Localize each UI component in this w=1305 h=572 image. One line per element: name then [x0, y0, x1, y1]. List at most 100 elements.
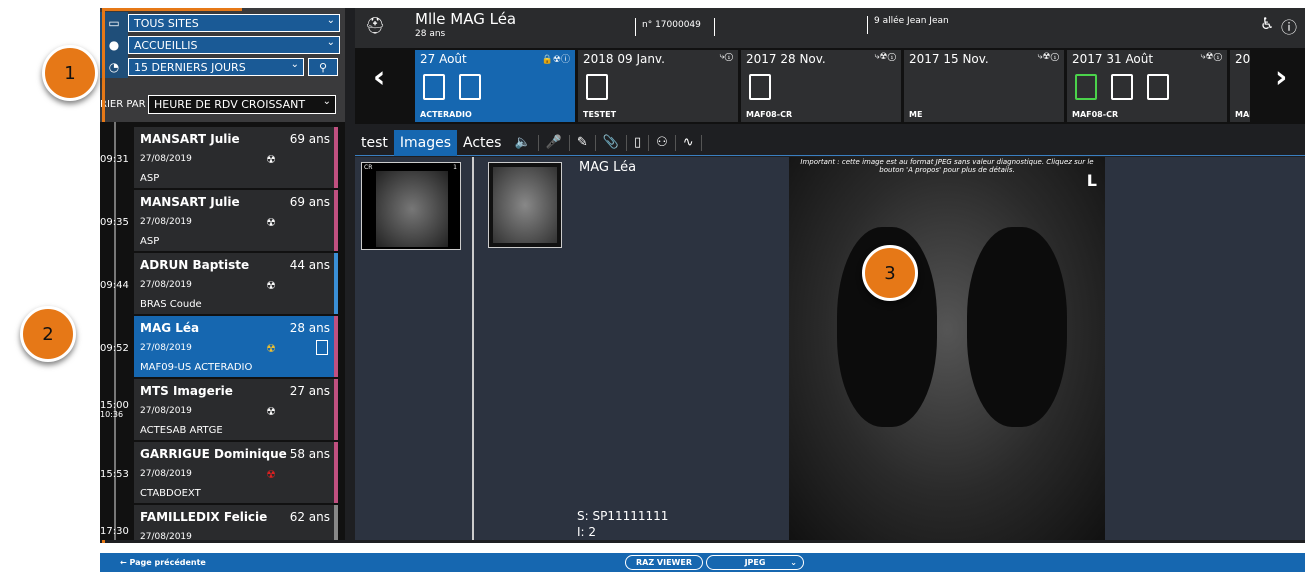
period-select[interactable]: 15 DERNIERS JOURS ⌄ — [128, 58, 304, 76]
xray-thumbnail — [493, 167, 557, 243]
tab-test[interactable]: test — [355, 130, 394, 156]
patient-row[interactable]: MANSART Julie 69 ans 27/08/2019 ☢ ASP — [134, 127, 338, 188]
patient-age: 28 ans — [289, 321, 330, 335]
chevron-down-icon: ⌄ — [326, 15, 335, 26]
patient-date: 27/08/2019 — [140, 217, 192, 227]
highlight-bar — [102, 8, 242, 11]
study-strip: ‹ 27 Août 🔒☢ⓘ ACTERADIO 2018 09 Janv. ⤷ⓘ… — [355, 48, 1305, 124]
sort-label: RIER PAR — [100, 98, 146, 110]
xray-image[interactable]: Important : cette image est au format JP… — [789, 157, 1105, 540]
patient-list: MANSART Julie 69 ans 27/08/2019 ☢ ASP 09… — [100, 122, 345, 540]
image-icon[interactable] — [459, 74, 481, 100]
study-icons — [1075, 74, 1169, 100]
tab-images[interactable]: Images — [393, 129, 458, 156]
study-label: MAF08-CR — [1072, 110, 1119, 119]
paperclip-icon[interactable]: 📎 — [596, 134, 627, 151]
study-tab[interactable]: 20: MAF — [1230, 50, 1250, 122]
patient-name: ADRUN Baptiste — [140, 258, 250, 272]
speaker-icon[interactable]: 🔈 — [507, 134, 539, 151]
appointment-time: 10:36 — [100, 410, 124, 419]
callout-marker: 1 — [42, 45, 98, 101]
patient-number: n° 17000049 — [635, 18, 715, 36]
chevron-down-icon: ⌄ — [322, 95, 331, 107]
site-select[interactable]: TOUS SITES ⌄ — [128, 14, 340, 32]
callout-number: 1 — [64, 62, 76, 84]
footer-bar: ← Page précédente RAZ VIEWER JPEG ⌄ — [100, 553, 1305, 572]
document-icon[interactable] — [316, 340, 328, 355]
appointment-time: 17:30 — [100, 526, 129, 537]
image-thumbnail[interactable] — [488, 162, 562, 248]
search-button[interactable]: ⚲ — [308, 58, 338, 76]
raz-viewer-button[interactable]: RAZ VIEWER — [625, 555, 703, 570]
status-icons: ⤷☢ⓘ — [874, 52, 896, 62]
back-label: Page précédente — [129, 558, 206, 567]
image-icon[interactable] — [749, 74, 771, 100]
document-icon[interactable] — [586, 74, 608, 100]
callout-number: 3 — [884, 262, 896, 284]
jpeg-notice: Important : cette image est au format JP… — [800, 158, 1094, 174]
thumbnail-label: CR — [364, 164, 373, 171]
viewer-toolbar: test Images Actes 🔈 🎤 ✎ 📎 ▯ ⚇ ∿ — [355, 129, 1305, 156]
study-tab[interactable]: 27 Août 🔒☢ⓘ ACTERADIO — [415, 50, 575, 122]
study-date: 2017 28 Nov. — [746, 52, 826, 66]
patient-exam: BRAS Coude — [140, 299, 202, 310]
document-icon[interactable] — [423, 74, 445, 100]
patient-row[interactable]: MANSART Julie 69 ans 27/08/2019 ☢ ASP — [134, 190, 338, 251]
patient-name: FAMILLEDIX Felicie — [140, 510, 268, 524]
document-icon[interactable] — [1111, 74, 1133, 100]
status-bar — [334, 442, 338, 503]
radiation-icon: ☢ — [266, 342, 276, 355]
accessibility-icon[interactable]: ♿ — [1260, 14, 1274, 33]
patient-row-selected[interactable]: MAG Léa 28 ans 27/08/2019 ☢ MAF09-US ACT… — [134, 316, 338, 377]
user-info-icon[interactable]: ⚇ — [649, 134, 676, 151]
comment-icon[interactable] — [1075, 74, 1097, 100]
study-icons — [586, 74, 608, 100]
patient-age: 62 ans — [289, 510, 330, 524]
status-select[interactable]: ACCUEILLIS ⌄ — [128, 36, 340, 54]
status-icons: ⤷☢ⓘ — [1200, 52, 1222, 62]
patient-exam: CTABDOEXT — [140, 488, 201, 499]
study-tab[interactable]: 2018 09 Janv. ⤷ⓘ TESTET — [578, 50, 738, 122]
microphone-icon[interactable]: 🎤 — [539, 134, 570, 151]
patient-name: MAG Léa — [140, 321, 200, 335]
format-select[interactable]: JPEG ⌄ — [706, 555, 804, 570]
thumbnail-index: 1 — [453, 164, 457, 171]
tab-actes[interactable]: Actes — [457, 130, 507, 156]
status-icons: ⤷ⓘ — [719, 52, 733, 62]
image-icon[interactable] — [1147, 74, 1169, 100]
sort-select-value: HEURE DE RDV CROISSANT — [154, 97, 306, 111]
chevron-down-icon: ⌄ — [790, 558, 797, 567]
chevron-left-icon[interactable]: ‹ — [373, 60, 385, 95]
study-tab[interactable]: 2017 28 Nov. ⤷☢ⓘ MAF08-CR — [741, 50, 901, 122]
status-bar — [334, 379, 338, 440]
patient-date: 27/08/2019 — [140, 406, 192, 416]
patient-row[interactable]: GARRIGUE Dominique 58 ans 27/08/2019 ☢ C… — [134, 442, 338, 503]
help-icon[interactable]: ⓘ — [1281, 14, 1297, 38]
series-thumbnail[interactable]: CR 1 — [361, 162, 461, 250]
callout-marker: 2 — [20, 306, 76, 362]
viewer-patient-name: MAG Léa — [579, 160, 637, 175]
study-date: 2017 31 Août — [1072, 52, 1154, 66]
patient-row[interactable]: FAMILLEDIX Felicie 62 ans 27/08/2019 — [134, 505, 338, 540]
page-icon[interactable]: ▯ — [627, 134, 650, 151]
image-index: I: 2 — [577, 525, 597, 539]
study-date: 2017 15 Nov. — [909, 52, 989, 66]
patient-row[interactable]: ADRUN Baptiste 44 ans 27/08/2019 ☢ BRAS … — [134, 253, 338, 314]
back-link[interactable]: ← Page précédente — [120, 558, 206, 567]
study-tab[interactable]: 2017 15 Nov. ⤷☢ⓘ ME — [904, 50, 1064, 122]
pen-icon[interactable]: ✎ — [570, 134, 596, 151]
study-icons — [423, 74, 481, 100]
waveform-icon[interactable]: ∿ — [676, 134, 702, 151]
study-tab[interactable]: 2017 31 Août ⤷☢ⓘ MAF08-CR — [1067, 50, 1227, 122]
radiation-icon: ☢ — [266, 279, 276, 292]
sort-select[interactable]: HEURE DE RDV CROISSANT ⌄ — [148, 94, 336, 114]
period-filter-row: ◔ 15 DERNIERS JOURS ⌄ ⚲ — [100, 56, 338, 78]
xray-thumbnail — [376, 171, 448, 247]
chevron-right-icon[interactable]: › — [1275, 60, 1287, 95]
patient-row[interactable]: MTS Imagerie 27 ans 27/08/2019 ☢ ACTESAB… — [134, 379, 338, 440]
patient-age: 27 ans — [289, 384, 330, 398]
study-label: MAF — [1235, 110, 1250, 119]
patient-date: 27/08/2019 — [140, 280, 192, 290]
patient-name: MTS Imagerie — [140, 384, 233, 398]
patient-date: 27/08/2019 — [140, 154, 192, 164]
